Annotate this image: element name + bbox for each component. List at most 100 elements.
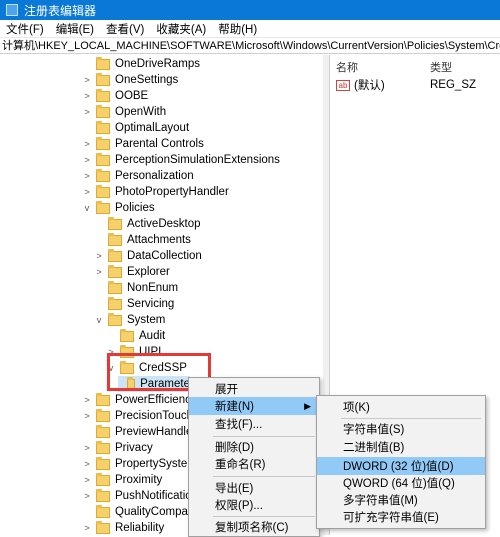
chevron-down-icon[interactable]: v bbox=[106, 363, 116, 373]
folder-icon bbox=[108, 264, 122, 278]
tree-item-reliability[interactable]: > Reliability bbox=[82, 520, 164, 535]
tree-item-previewhandlers[interactable]: PreviewHandlers bbox=[82, 424, 202, 440]
chevron-right-icon[interactable]: > bbox=[82, 139, 92, 149]
tree-item-propertysystem[interactable]: > PropertySystem bbox=[82, 456, 197, 472]
string-value-icon: ab bbox=[336, 79, 350, 91]
tree-item-personalization[interactable]: > Personalization bbox=[82, 168, 194, 184]
chevron-right-icon[interactable]: > bbox=[106, 347, 116, 357]
chevron-right-icon[interactable]: > bbox=[82, 171, 92, 181]
tree-item-parental-controls[interactable]: > Parental Controls bbox=[82, 136, 204, 152]
chevron-right-icon[interactable]: > bbox=[82, 107, 92, 117]
column-header-name[interactable]: 名称 bbox=[336, 59, 358, 75]
submenu-item-binary-value[interactable]: 二进制值(B) bbox=[317, 438, 485, 456]
chevron-down-icon[interactable]: v bbox=[82, 203, 92, 213]
tree-item-label: Proximity bbox=[115, 474, 163, 486]
chevron-right-icon[interactable]: > bbox=[82, 475, 92, 485]
tree-item-activedesktop[interactable]: ActiveDesktop bbox=[94, 216, 201, 232]
tree-item-label: Reliability bbox=[115, 522, 165, 534]
tree-item-qualitycompat[interactable]: QualityCompat bbox=[82, 504, 191, 520]
folder-icon bbox=[108, 296, 122, 310]
chevron-down-icon[interactable]: v bbox=[94, 315, 104, 325]
menu-item-find[interactable]: 查找(F)... bbox=[189, 415, 319, 433]
chevron-right-icon[interactable]: > bbox=[82, 187, 92, 197]
tree-item-uipi[interactable]: > UIPI bbox=[106, 344, 161, 360]
folder-icon bbox=[108, 312, 122, 326]
tree-item-audit[interactable]: Audit bbox=[106, 328, 165, 344]
tree-item-onesettings[interactable]: > OneSettings bbox=[82, 72, 178, 88]
folder-icon bbox=[96, 488, 110, 502]
submenu-item-expandable-string-value[interactable]: 可扩充字符串值(E) bbox=[317, 508, 485, 526]
chevron-right-icon[interactable]: > bbox=[82, 459, 92, 469]
chevron-right-icon[interactable]: > bbox=[82, 523, 92, 533]
chevron-right-icon[interactable]: > bbox=[82, 443, 92, 453]
menu-item-expand[interactable]: 展开 bbox=[189, 380, 319, 398]
chevron-right-icon[interactable]: > bbox=[82, 411, 92, 421]
tree-item-policies[interactable]: v Policies bbox=[82, 200, 155, 216]
tree-item-label: Parental Controls bbox=[115, 138, 204, 150]
menu-file[interactable]: 文件(F) bbox=[0, 21, 50, 37]
chevron-right-icon[interactable]: > bbox=[82, 75, 92, 85]
tree-item-perception[interactable]: > PerceptionSimulationExtensions bbox=[82, 152, 280, 168]
folder-icon bbox=[96, 168, 110, 182]
submenu-item-string-value[interactable]: 字符串值(S) bbox=[317, 420, 485, 438]
menu-edit[interactable]: 编辑(E) bbox=[50, 21, 100, 37]
submenu-item-qword-value[interactable]: QWORD (64 位)值(Q) bbox=[317, 474, 485, 492]
folder-icon bbox=[96, 408, 110, 422]
menu-view[interactable]: 查看(V) bbox=[100, 21, 150, 37]
value-type: REG_SZ bbox=[430, 79, 477, 91]
tree-item-proximity[interactable]: > Proximity bbox=[82, 472, 162, 488]
chevron-right-icon[interactable]: > bbox=[94, 251, 104, 261]
menu-item-delete[interactable]: 删除(D) bbox=[189, 438, 319, 456]
folder-icon bbox=[127, 376, 136, 390]
tree-item-powerefficiency[interactable]: > PowerEfficiencyD bbox=[82, 392, 205, 408]
menu-separator bbox=[341, 418, 481, 419]
tree-item-label: Servicing bbox=[127, 298, 175, 310]
tree-item-pushnotifications[interactable]: > PushNotifications bbox=[82, 488, 204, 504]
folder-icon bbox=[120, 360, 134, 374]
folder-icon bbox=[120, 344, 134, 358]
chevron-right-icon[interactable]: > bbox=[82, 395, 92, 405]
folder-icon bbox=[96, 504, 110, 518]
folder-icon bbox=[96, 424, 110, 438]
menu-item-export[interactable]: 导出(E) bbox=[189, 479, 319, 497]
tree-item-label: OneDriveRamps bbox=[115, 58, 200, 70]
chevron-right-icon[interactable]: > bbox=[82, 91, 92, 101]
tree-item-system[interactable]: v System bbox=[94, 312, 165, 328]
folder-icon bbox=[108, 280, 122, 294]
menu-item-copy-key-name[interactable]: 复制项名称(C) bbox=[189, 518, 319, 536]
tree-item-credssp[interactable]: v CredSSP bbox=[106, 360, 187, 376]
submenu-item-multi-string-value[interactable]: 多字符串值(M) bbox=[317, 491, 485, 509]
menu-help[interactable]: 帮助(H) bbox=[212, 21, 263, 37]
tree-item-optimallayout[interactable]: OptimalLayout bbox=[82, 120, 189, 136]
tree-item-label: Attachments bbox=[127, 234, 191, 246]
tree-item-attachments[interactable]: Attachments bbox=[94, 232, 191, 248]
tree-item-label: System bbox=[127, 314, 166, 326]
tree-item-explorer[interactable]: > Explorer bbox=[94, 264, 170, 280]
folder-icon bbox=[108, 216, 122, 230]
folder-icon bbox=[96, 88, 110, 102]
tree-item-nonenum[interactable]: NonEnum bbox=[94, 280, 178, 296]
tree-item-servicing[interactable]: Servicing bbox=[94, 296, 174, 312]
tree-item-photopropertyhandler[interactable]: > PhotoPropertyHandler bbox=[82, 184, 229, 200]
address-bar[interactable]: 计算机\HKEY_LOCAL_MACHINE\SOFTWARE\Microsof… bbox=[0, 38, 500, 54]
tree-item-label: OneSettings bbox=[115, 74, 179, 86]
menu-item-rename[interactable]: 重命名(R) bbox=[189, 455, 319, 473]
tree-item-datacollection[interactable]: > DataCollection bbox=[94, 248, 202, 264]
chevron-right-icon[interactable]: > bbox=[82, 155, 92, 165]
tree-item-label: DataCollection bbox=[127, 250, 202, 262]
menu-favorites[interactable]: 收藏夹(A) bbox=[150, 21, 212, 37]
tree-item-label: OptimalLayout bbox=[115, 122, 190, 134]
menu-item-new[interactable]: 新建(N) ▶ bbox=[189, 397, 319, 415]
tree-item-privacy[interactable]: > Privacy bbox=[82, 440, 153, 456]
chevron-right-icon[interactable]: > bbox=[82, 491, 92, 501]
value-row-default[interactable]: ab (默认) REG_SZ bbox=[336, 77, 476, 93]
chevron-right-icon[interactable]: > bbox=[94, 267, 104, 277]
menu-item-permissions[interactable]: 权限(P)... bbox=[189, 496, 319, 514]
submenu-item-dword-value[interactable]: DWORD (32 位)值(D) bbox=[317, 457, 485, 475]
tree-item-onedriveramps[interactable]: OneDriveRamps bbox=[82, 56, 200, 72]
submenu-item-key[interactable]: 项(K) bbox=[317, 398, 485, 416]
tree-item-oobe[interactable]: > OOBE bbox=[82, 88, 148, 104]
column-header-type[interactable]: 类型 bbox=[430, 59, 452, 75]
tree-item-openwith[interactable]: > OpenWith bbox=[82, 104, 166, 120]
tree-item-parameters[interactable]: Paramete bbox=[118, 376, 190, 392]
